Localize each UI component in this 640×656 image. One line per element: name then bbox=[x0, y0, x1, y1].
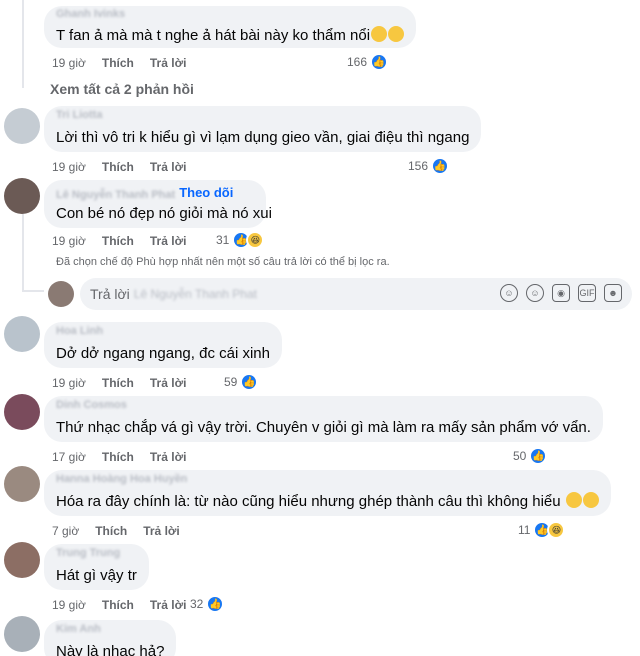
reaction-summary[interactable]: 166 👍 bbox=[347, 53, 389, 71]
comment-bubble: Kim Anh Này là nhạc hả? bbox=[44, 620, 177, 656]
comment-author[interactable]: Tri Liotta bbox=[56, 109, 102, 121]
tired-emoji-icon bbox=[371, 26, 388, 42]
comment-actions: 19 giờ Thích Trả lời bbox=[52, 234, 202, 248]
avatar[interactable] bbox=[4, 316, 40, 352]
comment-time[interactable]: 19 giờ bbox=[52, 56, 86, 70]
comment-time[interactable]: 19 giờ bbox=[52, 376, 86, 390]
tired-emoji-icon bbox=[388, 26, 405, 42]
comment-actions: 17 giờ Thích Trả lời bbox=[52, 450, 202, 464]
like-icon: 👍 bbox=[240, 373, 259, 391]
comment-actions: 7 giờ Thích Trả lời bbox=[52, 524, 196, 538]
reply-mention: Lê Nguyễn Thanh Phat bbox=[133, 287, 257, 301]
like-icon: 👍 bbox=[370, 53, 389, 71]
avatar-sticker-icon[interactable]: ☺ bbox=[500, 284, 518, 302]
comment-author[interactable]: Hanna Hoàng Hoa Huyền bbox=[56, 473, 187, 485]
thread-line bbox=[22, 290, 44, 292]
like-button[interactable]: Thích bbox=[102, 598, 134, 612]
comment-author[interactable]: Lê Nguyễn Thanh Phat bbox=[56, 189, 175, 201]
comment-author[interactable]: Kim Anh bbox=[56, 623, 101, 635]
comment-time[interactable]: 19 giờ bbox=[52, 598, 86, 612]
reply-button[interactable]: Trả lời bbox=[143, 524, 180, 538]
comment-bubble: Lê Nguyễn Thanh Phat Theo dõi Con bé nó đ… bbox=[44, 180, 272, 228]
reaction-summary[interactable]: 156 👍 bbox=[408, 157, 450, 175]
reaction-count: 166 bbox=[347, 55, 368, 69]
reply-button[interactable]: Trả lời bbox=[150, 598, 187, 612]
comment-text: T fan ả mà mà t nghe ả hát bài này ko th… bbox=[56, 27, 371, 44]
comment-bubble: Dinh Cosmos Thứ nhạc chắp vá gì vậy trời… bbox=[44, 396, 603, 442]
avatar[interactable] bbox=[4, 394, 40, 430]
reaction-summary[interactable]: 50 👍 bbox=[513, 447, 548, 465]
camera-icon[interactable]: ◉ bbox=[552, 284, 570, 302]
reaction-count: 50 bbox=[513, 449, 527, 463]
like-button[interactable]: Thích bbox=[95, 524, 127, 538]
reaction-summary[interactable]: 31 👍 😆 bbox=[216, 231, 265, 249]
comment-author[interactable]: Ghanh Ivinks bbox=[56, 8, 125, 20]
comment-actions: 19 giờ Thích Trả lời bbox=[52, 376, 202, 390]
like-button[interactable]: Thích bbox=[102, 376, 134, 390]
comment-author[interactable]: Trung Trung bbox=[56, 547, 120, 559]
comment-actions: 19 giờ Thích Trả lời bbox=[52, 598, 202, 612]
like-icon: 👍 bbox=[529, 447, 548, 465]
avatar[interactable] bbox=[4, 616, 40, 652]
avatar[interactable] bbox=[4, 178, 40, 214]
like-button[interactable]: Thích bbox=[102, 450, 134, 464]
reaction-count: 32 bbox=[190, 597, 204, 611]
follow-button[interactable]: Theo dõi bbox=[179, 185, 233, 200]
comment-bubble: Tri Liotta Lời thì vô tri k hiểu gì vì l… bbox=[44, 106, 482, 152]
reply-input[interactable]: Trả lời Lê Nguyễn Thanh Phat ☺ ☺ ◉ GIF ☻ bbox=[80, 278, 632, 310]
thread-line bbox=[22, 214, 24, 292]
avatar[interactable] bbox=[4, 466, 40, 502]
comment-actions: 19 giờ Thích Trả lời bbox=[52, 56, 202, 70]
comment-bubble: Hoa Linh Dở dở ngang ngang, đc cái xinh bbox=[44, 322, 282, 368]
like-icon: 👍 bbox=[431, 157, 450, 175]
reaction-count: 59 bbox=[224, 375, 238, 389]
comment-text: Thứ nhạc chắp vá gì vậy trời. Chuyên v g… bbox=[56, 419, 591, 436]
reaction-count: 31 bbox=[216, 233, 230, 247]
sticker-icon[interactable]: ☻ bbox=[604, 284, 622, 302]
gif-icon[interactable]: GIF bbox=[578, 284, 596, 302]
like-button[interactable]: Thích bbox=[102, 56, 134, 70]
comment-bubble: Trung Trung Hát gì vậy tr bbox=[44, 544, 149, 590]
nerd-emoji-icon bbox=[582, 492, 599, 508]
comment-text: Dở dở ngang ngang, đc cái xinh bbox=[56, 345, 270, 362]
haha-icon: 😆 bbox=[547, 521, 566, 539]
comment-time[interactable]: 7 giờ bbox=[52, 524, 79, 538]
avatar[interactable] bbox=[4, 542, 40, 578]
reaction-summary[interactable]: 11 👍 😆 bbox=[518, 521, 566, 539]
comment-text: Lời thì vô tri k hiểu gì vì lạm dụng gie… bbox=[56, 129, 470, 146]
filter-note: Đã chọn chế độ Phù hợp nhất nên một số c… bbox=[56, 256, 390, 268]
avatar bbox=[48, 281, 74, 307]
comment-text: Hóa ra đây chính là: từ nào cũng hiểu nh… bbox=[56, 493, 561, 510]
comment-author[interactable]: Hoa Linh bbox=[56, 325, 103, 337]
comment-bubble: Ghanh Ivinks T fan ả mà mà t nghe ả hát … bbox=[44, 6, 417, 48]
comment-bubble: Hanna Hoàng Hoa Huyền Hóa ra đây chính l… bbox=[44, 470, 611, 516]
emoji-icon[interactable]: ☺ bbox=[526, 284, 544, 302]
comment-text: Này là nhạc hả? bbox=[56, 643, 165, 656]
reaction-count: 11 bbox=[518, 523, 531, 537]
comment-author[interactable]: Dinh Cosmos bbox=[56, 399, 127, 411]
reply-button[interactable]: Trả lời bbox=[150, 160, 187, 174]
like-button[interactable]: Thích bbox=[102, 234, 134, 248]
haha-icon: 😆 bbox=[246, 231, 265, 249]
comment-time[interactable]: 17 giờ bbox=[52, 450, 86, 464]
view-all-replies-link[interactable]: Xem tất cả 2 phản hồi bbox=[50, 81, 194, 97]
avatar[interactable] bbox=[4, 108, 40, 144]
reaction-count: 156 bbox=[408, 159, 429, 173]
like-button[interactable]: Thích bbox=[102, 160, 134, 174]
comment-time[interactable]: 19 giờ bbox=[52, 234, 86, 248]
comment-text: Con bé nó đẹp nó giỏi mà nó xui bbox=[56, 205, 272, 222]
comment-actions: 19 giờ Thích Trả lời bbox=[52, 160, 202, 174]
like-icon: 👍 bbox=[206, 595, 225, 613]
reply-button[interactable]: Trả lời bbox=[150, 56, 187, 70]
reply-button[interactable]: Trả lời bbox=[150, 376, 187, 390]
reaction-summary[interactable]: 32 👍 bbox=[190, 595, 225, 613]
reply-button[interactable]: Trả lời bbox=[150, 234, 187, 248]
comment-time[interactable]: 19 giờ bbox=[52, 160, 86, 174]
reaction-summary[interactable]: 59 👍 bbox=[224, 373, 259, 391]
thread-line bbox=[22, 0, 24, 88]
nerd-emoji-icon bbox=[565, 492, 582, 508]
reply-placeholder: Trả lời bbox=[90, 286, 130, 302]
reply-button[interactable]: Trả lời bbox=[150, 450, 187, 464]
comment-text: Hát gì vậy tr bbox=[56, 567, 137, 584]
